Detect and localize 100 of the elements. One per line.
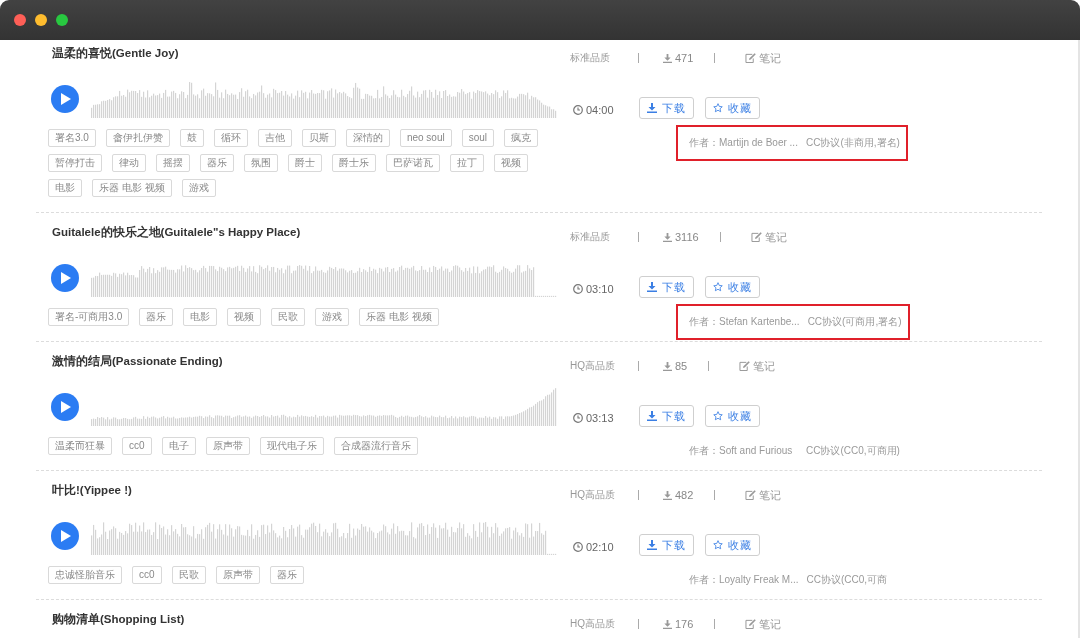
- download-icon: [663, 361, 672, 371]
- tag-chip[interactable]: 视频: [227, 308, 262, 326]
- tag-chip[interactable]: 暂停打击: [48, 154, 102, 172]
- tag-chip[interactable]: 视频: [494, 154, 528, 172]
- author-text: 作者：Soft and Furious: [689, 444, 794, 458]
- license-text: CC协议(非商用,署名): [806, 136, 900, 150]
- quality-label: HQ高品质: [570, 359, 616, 373]
- tag-chip[interactable]: 深情的: [345, 129, 390, 147]
- play-button[interactable]: [51, 264, 79, 292]
- tag-chip[interactable]: 电影: [183, 308, 218, 326]
- favorite-button[interactable]: 收藏: [705, 405, 760, 427]
- tag-chip[interactable]: neo soul: [399, 129, 452, 147]
- download-icon: [647, 411, 657, 421]
- tag-chip[interactable]: 摇摆: [156, 154, 190, 172]
- duration-text: 03:10: [586, 282, 614, 295]
- duration-text: 02:10: [586, 540, 614, 553]
- download-button[interactable]: 下载: [639, 276, 694, 298]
- star-icon: [713, 411, 723, 421]
- tag-chip[interactable]: 署名-可商用3.0: [48, 308, 130, 326]
- tag-chip[interactable]: 器乐: [269, 566, 304, 584]
- star-icon: [713, 282, 723, 292]
- download-count: 176: [675, 618, 694, 630]
- tag-chip[interactable]: 畲伊扎伊赞: [105, 129, 170, 147]
- edit-icon: [745, 619, 757, 629]
- tag-chip[interactable]: 现代电子乐: [259, 437, 324, 455]
- tag-chip[interactable]: 原声带: [205, 437, 250, 455]
- tag-chip[interactable]: 署名3.0: [48, 129, 96, 147]
- tag-chip[interactable]: 合成器流行音乐: [333, 437, 418, 455]
- note-link[interactable]: 笔记: [745, 616, 782, 632]
- tag-chip[interactable]: 器乐: [139, 308, 174, 326]
- download-icon: [647, 540, 657, 550]
- duration-text: 03:13: [586, 411, 614, 424]
- note-link[interactable]: 笔记: [745, 487, 782, 503]
- tag-chip[interactable]: 游戏: [181, 179, 216, 197]
- download-count: 482: [675, 489, 694, 501]
- play-button[interactable]: [51, 85, 79, 113]
- author-text: 作者：Loyalty Freak M...: [689, 573, 799, 587]
- note-link[interactable]: 笔记: [739, 358, 776, 374]
- tag-chip[interactable]: 爵士: [288, 154, 322, 172]
- download-button[interactable]: 下载: [639, 97, 694, 119]
- track-title: 温柔的喜悦(Gentle Joy): [51, 46, 180, 61]
- clock-icon: [573, 412, 583, 423]
- tag-chip[interactable]: cc0: [122, 437, 152, 455]
- tag-chip[interactable]: 律动: [112, 154, 146, 172]
- download-icon: [663, 619, 672, 629]
- tag-chip[interactable]: 乐器 电影 视频: [92, 179, 172, 197]
- tag-chip[interactable]: 氛围: [244, 154, 278, 172]
- play-button[interactable]: [51, 522, 79, 550]
- tag-chip[interactable]: 温柔而狂暴: [48, 437, 112, 455]
- download-button[interactable]: 下载: [639, 534, 694, 556]
- tag-chip[interactable]: 忠诚怪胎音乐: [48, 566, 122, 584]
- author-text: 作者：Martijn de Boer ...: [689, 136, 798, 150]
- note-link[interactable]: 笔记: [750, 229, 787, 245]
- track-title: 激情的结局(Passionate Ending): [51, 354, 224, 369]
- tag-chip[interactable]: 循环: [213, 129, 248, 147]
- tag-chip[interactable]: 民歌: [271, 308, 306, 326]
- tag-chip[interactable]: 贝斯: [301, 129, 336, 147]
- tag-chip[interactable]: 电影: [48, 179, 82, 197]
- tag-chip[interactable]: 爵士乐: [332, 154, 376, 172]
- tag-chip[interactable]: 拉丁: [450, 154, 484, 172]
- tag-chip[interactable]: soul: [461, 129, 495, 147]
- tag-chip[interactable]: 乐器 电影 视频: [359, 308, 439, 326]
- clock-icon: [573, 541, 583, 552]
- tag-chip[interactable]: 巴萨诺瓦: [386, 154, 440, 172]
- tag-chip[interactable]: 吉他: [257, 129, 292, 147]
- edit-icon: [750, 232, 762, 242]
- close-button[interactable]: [14, 14, 26, 26]
- zoom-button[interactable]: [56, 14, 68, 26]
- track-title: 叶比!(Yippee !): [51, 483, 133, 498]
- tag-chip[interactable]: 鼓: [179, 129, 204, 147]
- favorite-button[interactable]: 收藏: [705, 276, 760, 298]
- star-icon: [713, 103, 723, 113]
- tag-chip[interactable]: 游戏: [315, 308, 350, 326]
- tag-chip[interactable]: 电子: [161, 437, 196, 455]
- tag-chip[interactable]: 器乐: [200, 154, 234, 172]
- tag-chip[interactable]: 民歌: [171, 566, 206, 584]
- play-button[interactable]: [51, 393, 79, 421]
- quality-label: 标准品质: [570, 230, 611, 244]
- edit-icon: [745, 53, 757, 63]
- license-text: CC协议(CC0,可商用): [806, 444, 900, 458]
- download-count: 85: [675, 360, 688, 372]
- note-link[interactable]: 笔记: [745, 50, 782, 66]
- minimize-button[interactable]: [35, 14, 47, 26]
- play-icon: [61, 530, 71, 542]
- download-icon: [647, 282, 657, 292]
- favorite-button[interactable]: 收藏: [705, 534, 760, 556]
- download-count: 471: [675, 52, 694, 64]
- tag-chip[interactable]: 疯克: [504, 129, 539, 147]
- duration-text: 04:00: [586, 103, 614, 116]
- track-title: 购物清单(Shopping List): [51, 612, 186, 627]
- track-title: Guitalele的快乐之地(Guitalele"s Happy Place): [51, 225, 302, 240]
- favorite-button[interactable]: 收藏: [705, 97, 760, 119]
- tag-chip[interactable]: cc0: [132, 566, 162, 584]
- quality-label: 标准品质: [570, 51, 611, 65]
- download-icon: [663, 53, 672, 63]
- clock-icon: [573, 283, 583, 294]
- download-button[interactable]: 下载: [639, 405, 694, 427]
- tag-chip[interactable]: 原声带: [215, 566, 260, 584]
- play-icon: [61, 401, 71, 413]
- download-icon: [663, 490, 672, 500]
